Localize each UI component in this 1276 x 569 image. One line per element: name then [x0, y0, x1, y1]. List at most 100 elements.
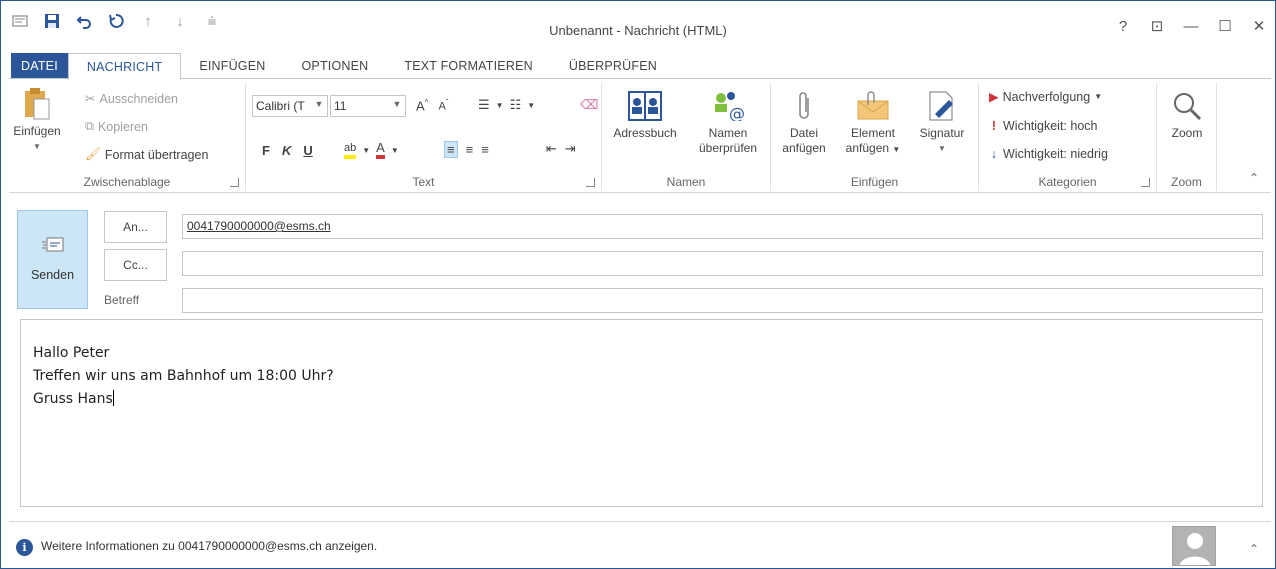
- dialog-launcher-icon[interactable]: [586, 178, 595, 187]
- increase-indent-icon[interactable]: ⇥: [565, 141, 576, 157]
- to-recipient[interactable]: 0041790000000@esms.ch: [187, 219, 331, 233]
- group-label-zoom: Zoom: [1171, 175, 1202, 189]
- attach-item-label-1: Element: [850, 126, 896, 140]
- avatar[interactable]: [1172, 526, 1216, 566]
- send-label: Senden: [30, 268, 75, 282]
- check-names-button[interactable]: @ Namen überprüfen: [690, 89, 766, 156]
- text-cursor: [112, 390, 114, 406]
- tab-datei[interactable]: DATEI: [11, 53, 68, 79]
- font-name-combo[interactable]: Calibri (T ▼: [252, 95, 328, 117]
- subject-label: Betreff: [104, 293, 140, 307]
- minimize-icon[interactable]: —: [1183, 18, 1199, 35]
- chevron-down-icon[interactable]: ▼: [527, 101, 535, 110]
- send-button[interactable]: Senden: [17, 210, 88, 309]
- importance-low-button[interactable]: ↓ Wichtigkeit: niedrig: [989, 147, 1108, 161]
- cc-button[interactable]: Cc...: [104, 249, 167, 281]
- check-names-icon: @: [711, 89, 745, 123]
- to-field[interactable]: 0041790000000@esms.ch: [182, 214, 1263, 239]
- tab-nachricht[interactable]: NACHRICHT: [67, 53, 182, 80]
- brush-icon: 🖌: [85, 147, 101, 161]
- importance-high-button[interactable]: ! Wichtigkeit: hoch: [989, 119, 1098, 133]
- dialog-launcher-icon[interactable]: [1141, 178, 1150, 187]
- indent-buttons: ⇤ ⇥: [546, 141, 576, 157]
- chevron-down-icon[interactable]: ▼: [938, 141, 946, 156]
- group-label-insert: Einfügen: [850, 175, 899, 189]
- chevron-down-icon[interactable]: ▼: [391, 99, 403, 109]
- address-book-label: Adressbuch: [613, 126, 677, 140]
- people-info-link[interactable]: Weitere Informationen zu 0041790000000@e…: [41, 539, 377, 553]
- attach-file-button[interactable]: Datei anfügen: [775, 89, 833, 156]
- bold-button[interactable]: F: [262, 143, 270, 158]
- zoom-label: Zoom: [1171, 126, 1203, 140]
- zoom-button[interactable]: Zoom: [1163, 89, 1211, 141]
- paste-icon: [20, 87, 54, 121]
- importance-high-label: Wichtigkeit: hoch: [1003, 119, 1098, 133]
- align-right-icon[interactable]: ≡: [481, 142, 489, 157]
- signature-button[interactable]: Signatur ▼: [911, 89, 973, 156]
- italic-button[interactable]: K: [282, 143, 291, 158]
- chevron-down-icon[interactable]: ▼: [391, 146, 399, 155]
- shrink-font-icon[interactable]: Aˇ: [438, 98, 448, 113]
- collapse-ribbon-icon[interactable]: ⌃: [1249, 171, 1259, 185]
- chevron-down-icon[interactable]: ▼: [892, 145, 900, 154]
- copy-label: Kopieren: [97, 119, 148, 134]
- attach-file-label-2: anfügen: [782, 141, 826, 155]
- info-icon: i: [16, 539, 33, 556]
- help-icon[interactable]: ?: [1115, 18, 1131, 35]
- font-color-icon[interactable]: A: [376, 141, 385, 159]
- body-line-last: Gruss Hans: [33, 388, 1250, 411]
- tab-optionen[interactable]: OPTIONEN: [284, 53, 387, 79]
- copy-button[interactable]: ⧉ Kopieren: [85, 119, 148, 134]
- cut-button[interactable]: ✂ Ausschneiden: [85, 91, 178, 107]
- address-book-button[interactable]: Adressbuch: [606, 89, 684, 141]
- dialog-launcher-icon[interactable]: [230, 178, 239, 187]
- attach-item-button[interactable]: Element anfügen ▼: [839, 89, 907, 157]
- grow-font-icon[interactable]: A^: [416, 98, 428, 113]
- align-left-icon[interactable]: ≡: [444, 141, 458, 158]
- body-line: Hallo Peter: [33, 345, 110, 361]
- magnifier-icon: [1170, 89, 1204, 123]
- subject-field[interactable]: [182, 288, 1263, 313]
- tab-text-formatieren[interactable]: TEXT FORMATIEREN: [386, 53, 550, 79]
- chevron-down-icon[interactable]: ▼: [496, 101, 504, 110]
- font-size-combo[interactable]: 11 ▼: [330, 95, 406, 117]
- tab-ueberpruefen[interactable]: ÜBERPRÜFEN: [551, 53, 675, 79]
- numbering-icon[interactable]: ☷: [510, 97, 522, 113]
- bullets-icon[interactable]: ☰: [478, 97, 490, 113]
- body-line: Gruss Hans: [33, 391, 113, 407]
- align-center-icon[interactable]: ≡: [466, 142, 474, 157]
- ribbon-display-icon[interactable]: ⊡: [1149, 17, 1165, 35]
- envelope-clip-icon: [856, 89, 890, 123]
- group-tags: ▶ Nachverfolgung ▼ ! Wichtigkeit: hoch ↓…: [979, 83, 1157, 191]
- chevron-down-icon[interactable]: ▼: [33, 139, 41, 154]
- cc-field[interactable]: [182, 251, 1263, 276]
- down-arrow-icon: ↓: [990, 147, 998, 161]
- chevron-down-icon[interactable]: ▼: [362, 146, 370, 155]
- signature-icon: [925, 89, 959, 123]
- check-names-label-2: überprüfen: [698, 141, 758, 155]
- message-body[interactable]: Hallo Peter Treffen wir uns am Bahnhof u…: [20, 319, 1263, 507]
- window-controls: ? ⊡ — ☐ ✕: [1115, 17, 1267, 36]
- format-painter-label: Format übertragen: [104, 147, 209, 162]
- chevron-down-icon[interactable]: ▼: [1094, 92, 1102, 101]
- chevron-down-icon[interactable]: ▼: [313, 99, 325, 109]
- maximize-icon[interactable]: ☐: [1217, 17, 1233, 35]
- close-icon[interactable]: ✕: [1251, 17, 1267, 35]
- expand-people-pane-icon[interactable]: ⌃: [1249, 542, 1259, 556]
- format-painter-button[interactable]: 🖌 Format übertragen: [85, 147, 208, 162]
- tab-einfuegen[interactable]: EINFÜGEN: [181, 53, 283, 79]
- decrease-indent-icon[interactable]: ⇤: [546, 141, 557, 157]
- clear-formatting-icon[interactable]: ⌫: [580, 97, 598, 113]
- importance-low-label: Wichtigkeit: niedrig: [1003, 147, 1108, 161]
- paperclip-icon: [787, 89, 821, 123]
- follow-up-button[interactable]: ▶ Nachverfolgung ▼: [989, 89, 1102, 105]
- font-size-grow-shrink: A^ Aˇ: [416, 98, 448, 113]
- to-button[interactable]: An...: [104, 211, 167, 243]
- paste-button[interactable]: Einfügen ▼: [13, 87, 61, 154]
- font-style-buttons: F K U: [262, 143, 313, 158]
- title-bar: ↑ ↓ ⩧ Unbenannt - Nachricht (HTML) ? ⊡ —…: [1, 1, 1275, 51]
- ribbon-tabs: DATEI NACHRICHT EINFÜGEN OPTIONEN TEXT F…: [1, 53, 1275, 80]
- alignment-buttons: ≡ ≡ ≡: [444, 141, 489, 158]
- underline-button[interactable]: U: [303, 143, 312, 158]
- highlight-icon[interactable]: ab: [344, 141, 357, 159]
